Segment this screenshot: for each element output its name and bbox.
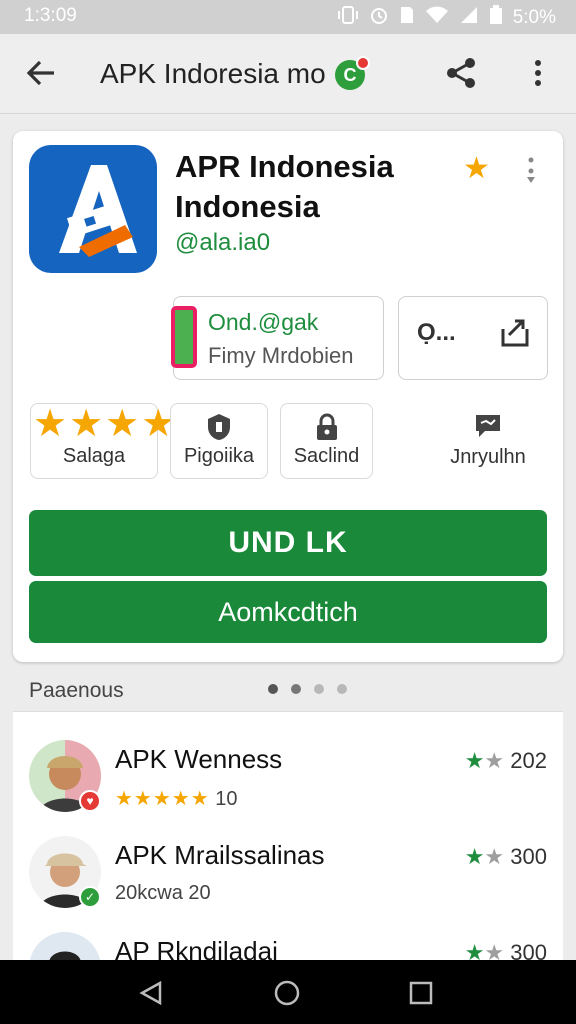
stat-label: Saclind (293, 445, 360, 467)
signal-icon (459, 5, 479, 31)
triangle-back-icon (139, 980, 162, 1006)
vibrate-icon (337, 5, 359, 31)
list-item[interactable]: ✓ APK Mrailssalinas 20kcwa 20 ★★ 300 (13, 836, 563, 932)
list-item[interactable]: ♥ APK Wenness ★★★★★ 10 ★★ 202 (13, 740, 563, 836)
chip-line-1: Ond.@gak (208, 309, 319, 335)
list-item-rating: ★★ 300 (464, 940, 547, 960)
phone-icon (171, 306, 197, 368)
list-item-name: APK Mrailssalinas (115, 840, 325, 870)
avatar (29, 932, 101, 960)
developer-link[interactable]: @ala.ia0 (175, 229, 270, 257)
battery-percent: 5:0% (512, 7, 556, 28)
stat-label: Pigoiika (183, 445, 255, 467)
list-item-sub: 20kcwa 20 (115, 882, 211, 904)
nav-back-button[interactable] (138, 980, 164, 1006)
chip-line-2: Fimy Mrdobien (208, 343, 354, 368)
alarm-icon (369, 5, 389, 31)
app-toolbar: APK Indoresia mo C (0, 34, 576, 114)
back-button[interactable] (24, 56, 58, 90)
heart-badge-icon: ♥ (79, 790, 101, 812)
page-indicator (268, 684, 347, 694)
more-vert-icon (527, 157, 535, 183)
app-name: APR Indonesia Indonesia (175, 149, 394, 224)
lock-icon (312, 412, 342, 442)
stat-label: Jnryulhn (450, 446, 526, 468)
list-item-rating: ★★ 202 (464, 748, 547, 773)
section-title: Paaenous (29, 679, 124, 702)
app-logo (29, 145, 157, 273)
nav-home-button[interactable] (274, 980, 300, 1006)
list-item[interactable]: AP Rkndiladai ★★ 300 (13, 932, 563, 960)
more-vert-icon (535, 60, 541, 86)
notification-dot (356, 56, 370, 70)
action-chip-label: Ọ... (417, 319, 456, 346)
stat-privacy[interactable]: Saclind (280, 403, 373, 479)
stat-reviews[interactable]: Jnryulhn (433, 403, 543, 479)
share-icon (447, 58, 475, 88)
toolbar-title: APK Indoresia mo (100, 58, 326, 89)
open-button[interactable]: Aomkcdtich (29, 581, 547, 643)
system-nav-bar (0, 960, 576, 1024)
list-item-name: APK Wenness (115, 744, 283, 774)
chat-icon (473, 411, 503, 441)
open-external-icon (499, 315, 533, 349)
square-recents-icon (409, 981, 433, 1005)
card-menu-button[interactable] (525, 155, 537, 185)
list-item-sub: ★★★★★ 10 (115, 788, 238, 810)
stat-label: Salaga (62, 445, 126, 467)
page-dot[interactable] (291, 684, 301, 694)
check-badge-icon: ✓ (79, 886, 101, 908)
share-button[interactable] (444, 56, 478, 90)
list-item-name: AP Rkndiladai (115, 936, 278, 960)
more-options-button[interactable] (528, 56, 548, 90)
shield-icon (204, 412, 234, 442)
action-chip[interactable]: Ọ... (398, 296, 548, 380)
page-dot[interactable] (314, 684, 324, 694)
install-button[interactable]: UND LK (29, 510, 547, 576)
circle-home-icon (274, 980, 300, 1006)
device-compat-chip[interactable]: Ond.@gak Fimy Mrdobien (173, 296, 384, 380)
status-icons: 5:0% (337, 5, 556, 31)
status-bar: 1:3:09 5:0% (0, 0, 576, 34)
nav-recents-button[interactable] (408, 980, 434, 1006)
status-time: 1:3:09 (24, 5, 77, 26)
back-arrow-icon (26, 60, 54, 86)
page-dot[interactable] (337, 684, 347, 694)
sim-icon (399, 5, 415, 31)
related-apps-list: ♥ APK Wenness ★★★★★ 10 ★★ 202 ✓ APK Mrai… (13, 711, 563, 960)
battery-icon (489, 5, 503, 31)
app-detail-card: APR Indonesia Indonesia @ala.ia0 ★ Ond.@… (13, 131, 563, 662)
app-logo-icon (59, 165, 137, 257)
list-item-rating: ★★ 300 (464, 844, 547, 869)
wifi-icon (425, 5, 449, 31)
favorite-star-icon[interactable]: ★ (463, 151, 490, 186)
page-dot[interactable] (268, 684, 278, 694)
stat-safety[interactable]: Pigoiika (170, 403, 268, 479)
